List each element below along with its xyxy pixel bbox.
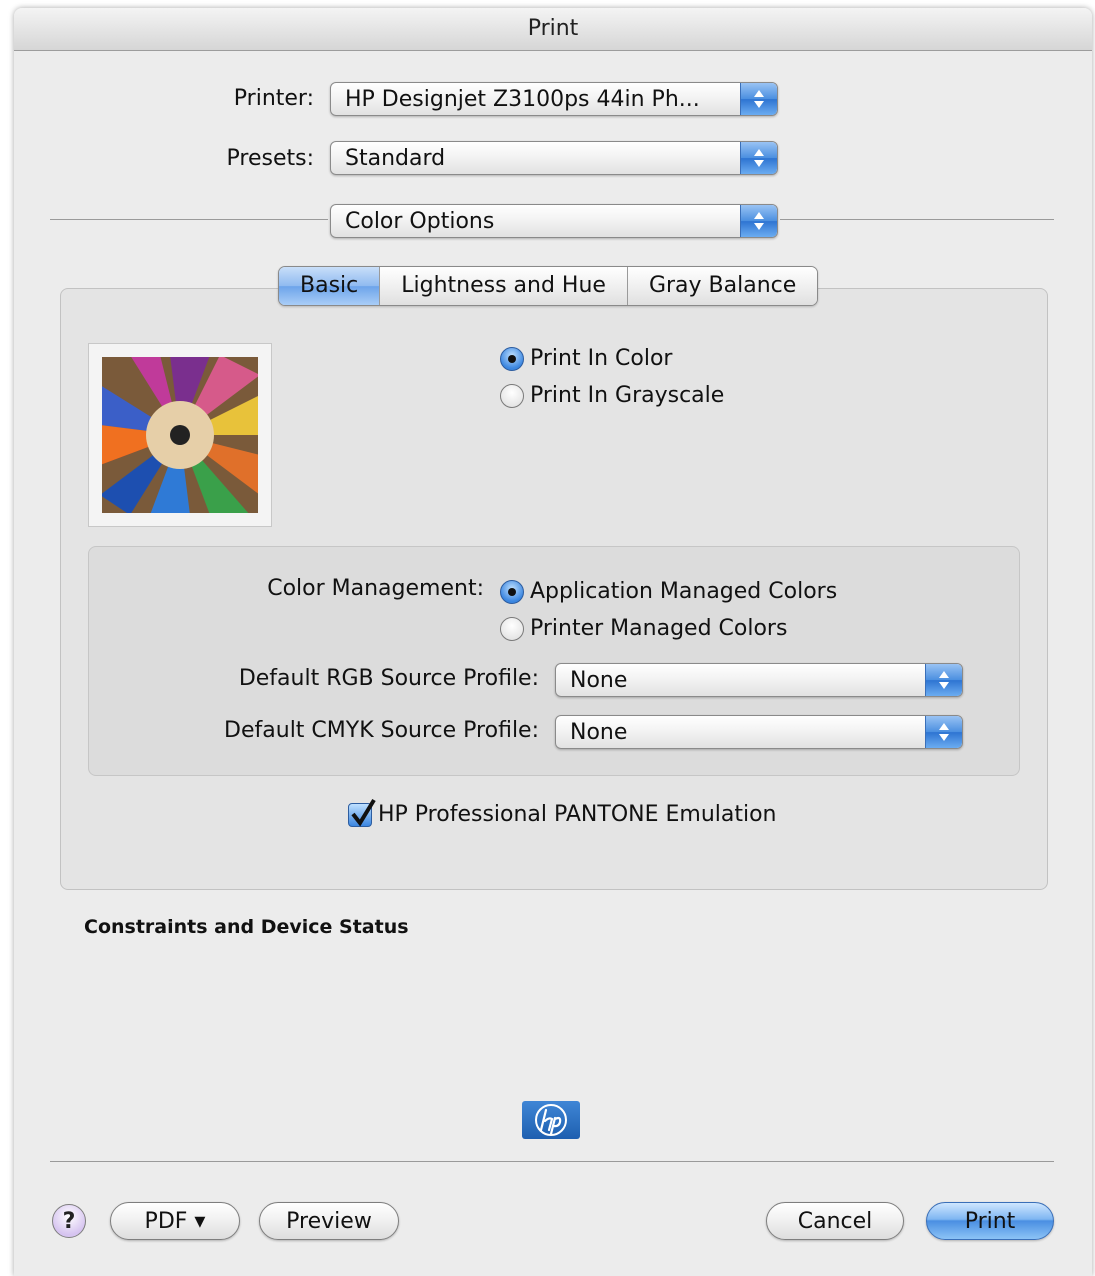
popup-arrows-icon [925,664,962,696]
print-in-color-option[interactable]: Print In Color [500,346,672,371]
pantone-emulation-label: HP Professional PANTONE Emulation [378,802,777,827]
radio-application-managed[interactable] [500,579,524,604]
help-button[interactable]: ? [52,1204,86,1238]
cmyk-profile-value: None [570,720,628,745]
hp-logo-icon [535,1104,567,1136]
application-managed-label: Application Managed Colors [530,579,838,604]
print-button[interactable]: Print [926,1202,1054,1240]
pdf-button[interactable]: PDF ▾ [110,1202,240,1240]
printer-managed-label: Printer Managed Colors [530,616,788,641]
tab-basic[interactable]: Basic [279,267,380,305]
printer-managed-option[interactable]: Printer Managed Colors [500,616,787,641]
preview-thumbnail [88,343,272,527]
tab-gray-balance[interactable]: Gray Balance [626,267,818,305]
presets-value: Standard [345,146,446,171]
rgb-profile-popup[interactable]: None [555,663,963,697]
hp-logo [522,1101,580,1139]
printer-label: Printer: [233,86,314,111]
cmyk-profile-label: Default CMYK Source Profile: [224,718,539,743]
presets-label: Presets: [226,146,314,171]
panel-value: Color Options [345,209,495,234]
checkmark-icon [351,798,376,827]
print-in-grayscale-label: Print In Grayscale [530,383,725,408]
radio-printer-managed[interactable] [500,616,524,641]
cmyk-profile-popup[interactable]: None [555,715,963,749]
tab-bar: Basic Lightness and Hue Gray Balance [278,266,819,306]
separator [50,1161,1054,1162]
rgb-profile-value: None [570,668,628,693]
color-management-label: Color Management: [267,576,484,601]
popup-arrows-icon [740,205,777,237]
print-in-grayscale-option[interactable]: Print In Grayscale [500,383,724,408]
separator [780,219,1054,220]
colored-pencils-image [102,357,258,513]
panel-popup[interactable]: Color Options [330,204,778,238]
popup-arrows-icon [925,716,962,748]
separator [50,219,328,220]
pantone-emulation-checkbox[interactable] [348,798,376,827]
cancel-button[interactable]: Cancel [766,1202,904,1240]
print-dialog: Print Printer: HP Designjet Z3100ps 44in… [14,8,1092,1276]
printer-value: HP Designjet Z3100ps 44in Ph... [345,87,700,112]
presets-popup[interactable]: Standard [330,141,778,175]
radio-print-in-color[interactable] [500,346,524,371]
popup-arrows-icon [740,142,777,174]
pantone-emulation-option[interactable]: HP Professional PANTONE Emulation [348,798,777,827]
application-managed-option[interactable]: Application Managed Colors [500,579,837,604]
radio-print-in-grayscale[interactable] [500,383,524,408]
status-heading: Constraints and Device Status [84,916,409,938]
popup-arrows-icon [740,83,777,115]
preview-button[interactable]: Preview [259,1202,399,1240]
print-in-color-label: Print In Color [530,346,673,371]
rgb-profile-label: Default RGB Source Profile: [238,666,539,691]
window-title: Print [14,8,1092,51]
printer-popup[interactable]: HP Designjet Z3100ps 44in Ph... [330,82,778,116]
tab-lightness-and-hue[interactable]: Lightness and Hue [379,267,627,305]
